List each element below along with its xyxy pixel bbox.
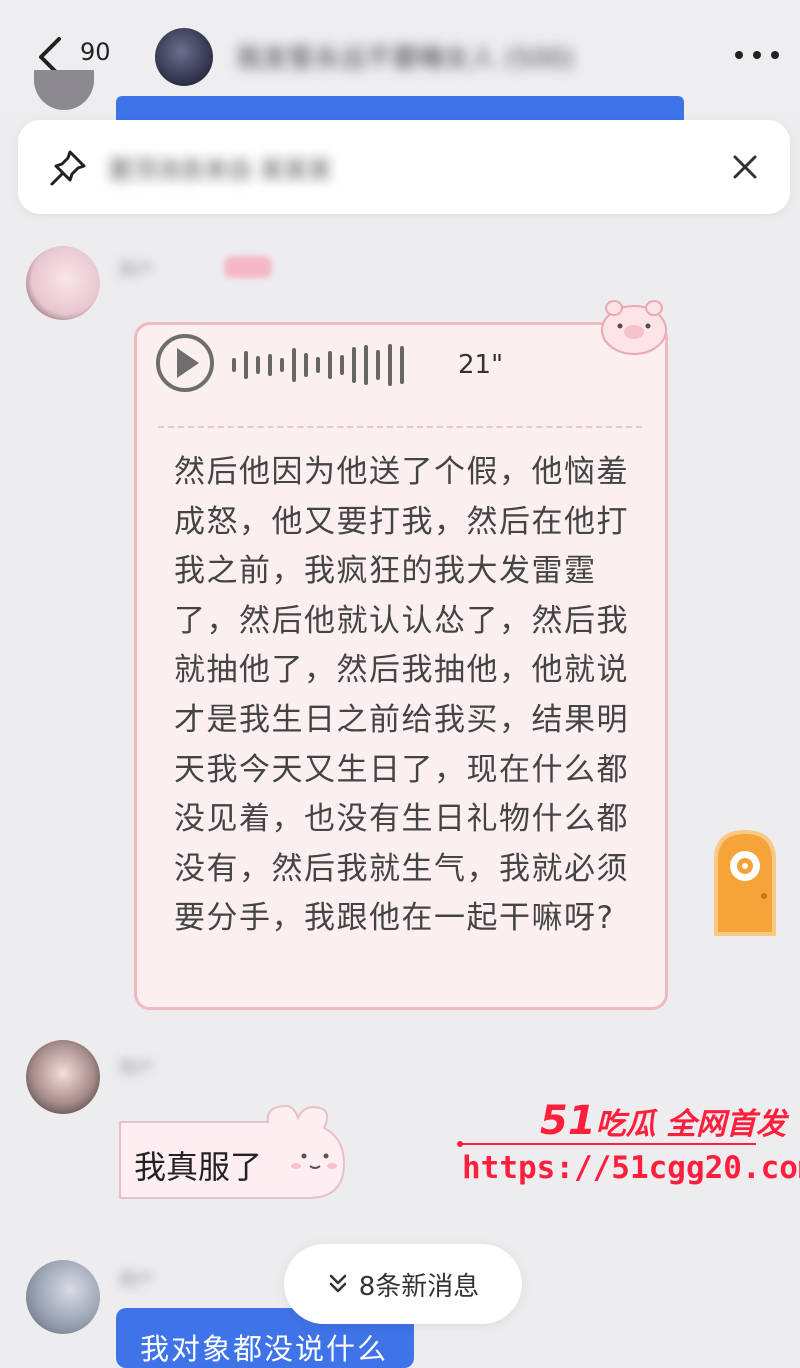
dot-icon: [735, 51, 743, 59]
double-chevron-down-icon: [329, 1274, 346, 1293]
dot-icon: [753, 51, 761, 59]
sticker-text: 我真服了: [134, 1148, 263, 1186]
sender-name: 用户: [118, 260, 154, 281]
watermark-decoration: [457, 1141, 756, 1147]
pig-sticker-icon: [601, 300, 667, 355]
voice-waveform: [232, 342, 432, 388]
door-widget-icon[interactable]: [710, 826, 780, 938]
chat-title[interactable]: 我发誓永远不要睡女人 (500): [236, 38, 574, 75]
voice-duration: 21": [458, 350, 504, 380]
close-icon[interactable]: [728, 150, 762, 184]
watermark-brand-text: 吃瓜 全网首发: [595, 1107, 787, 1142]
watermark-url: https://51cgg20.com: [462, 1150, 800, 1186]
voice-transcript: 然后他因为他送了个假，他恼羞成怒，他又要打我，然后在他打我之前，我疯狂的我大发雷…: [174, 454, 629, 937]
new-messages-button[interactable]: 8条新消息: [284, 1244, 522, 1324]
play-icon: [177, 348, 199, 378]
pinned-message-text: 置顶消息来自 某某某: [108, 156, 332, 184]
sender-name: 用户: [118, 1058, 154, 1079]
sender-avatar[interactable]: [26, 246, 100, 320]
transcript-divider: [158, 426, 642, 428]
unread-count: 90: [80, 38, 111, 66]
member-badge: [224, 256, 272, 278]
watermark-brand: 51吃瓜 全网首发: [540, 1098, 786, 1144]
sender-name: 用户: [118, 1270, 154, 1291]
more-options-button[interactable]: [735, 45, 779, 65]
dot-icon: [771, 51, 779, 59]
group-avatar[interactable]: [155, 28, 213, 86]
sender-avatar[interactable]: [26, 1040, 100, 1114]
watermark-brand-number: 51: [540, 1098, 596, 1144]
new-messages-label: 8条新消息: [358, 1271, 480, 1302]
pin-icon: [50, 150, 86, 186]
sender-avatar[interactable]: [26, 1260, 100, 1334]
message-text: 我对象都没说什么: [140, 1332, 389, 1366]
